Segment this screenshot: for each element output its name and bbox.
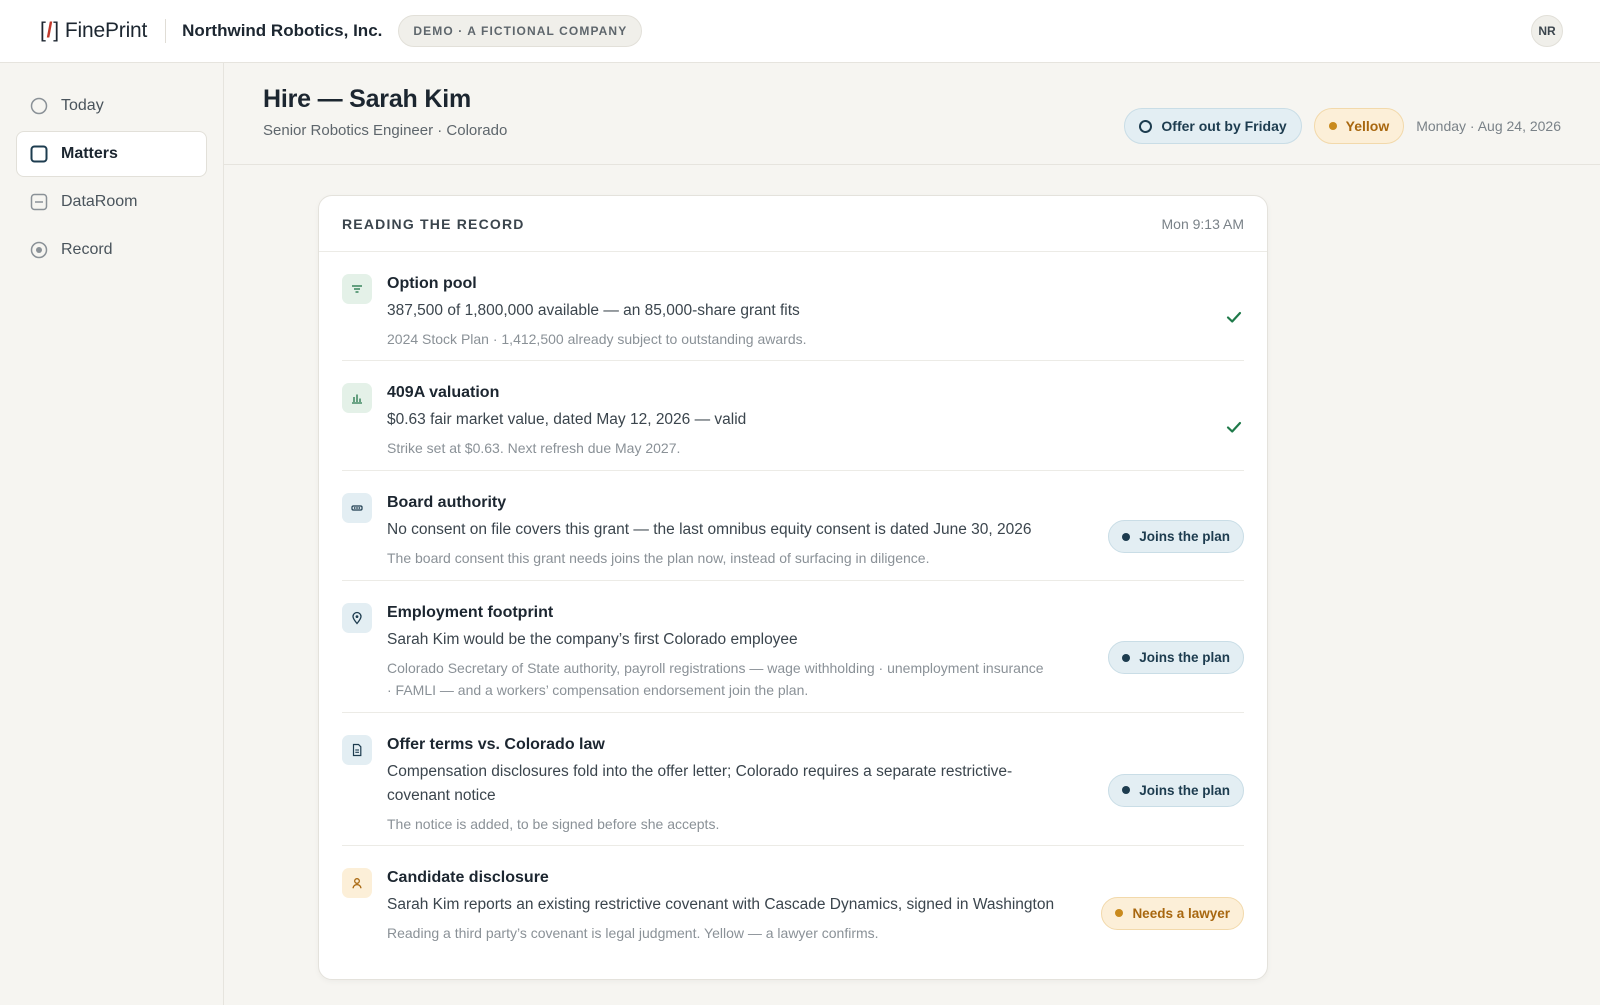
document-icon bbox=[342, 735, 372, 765]
check-icon bbox=[1226, 421, 1242, 433]
joins-plan-badge[interactable]: Joins the plan bbox=[1108, 520, 1244, 553]
item-title: Board authority bbox=[387, 494, 507, 511]
bar-chart-icon bbox=[342, 383, 372, 413]
item-status: Joins the plan bbox=[1108, 773, 1244, 807]
sidebar-item-today[interactable]: Today bbox=[16, 83, 207, 129]
sidebar: Today Matters DataRoom Record bbox=[0, 63, 224, 1005]
sidebar-item-dataroom[interactable]: DataRoom bbox=[16, 179, 207, 225]
radio-dot-icon bbox=[29, 240, 49, 260]
status-pill[interactable]: Yellow bbox=[1313, 108, 1405, 144]
logo-slash: / bbox=[46, 19, 53, 42]
item-status: Joins the plan bbox=[1108, 641, 1244, 674]
item-note: 2024 Stock Plan · 1,412,500 already subj… bbox=[387, 331, 807, 347]
fineprint-logo[interactable]: [/] FinePrint bbox=[40, 19, 147, 43]
joins-plan-badge[interactable]: Joins the plan bbox=[1108, 641, 1244, 674]
check-icon bbox=[1226, 311, 1242, 323]
header-status: Offer out by Friday Yellow Monday · Aug … bbox=[1124, 108, 1561, 144]
sidebar-item-matters[interactable]: Matters bbox=[16, 131, 207, 177]
header-date: Monday · Aug 24, 2026 bbox=[1416, 118, 1561, 134]
person-icon bbox=[342, 868, 372, 898]
filter-lines-icon bbox=[342, 274, 372, 304]
list-item-body: Candidate disclosure Sarah Kim reports a… bbox=[387, 868, 1081, 944]
list-item-body: Employment footprint Sarah Kim would be … bbox=[387, 603, 1088, 701]
item-status: Needs a lawyer bbox=[1101, 896, 1244, 930]
record-list: Option pool 387,500 of 1,800,000 availab… bbox=[319, 252, 1267, 958]
item-finding: Compensation disclosures fold into the o… bbox=[387, 763, 1013, 804]
demo-badge: DEMO · A FICTIONAL COMPANY bbox=[398, 15, 643, 47]
item-title: Option pool bbox=[387, 275, 477, 292]
sidebar-item-label: DataRoom bbox=[61, 193, 138, 210]
list-item-body: Offer terms vs. Colorado law Compensatio… bbox=[387, 735, 1088, 835]
ring-icon bbox=[1139, 119, 1153, 133]
list-item-body: 409A valuation $0.63 fair market value, … bbox=[387, 383, 1204, 459]
user-avatar[interactable]: NR bbox=[1531, 15, 1563, 47]
item-note: The notice is added, to be signed before… bbox=[387, 816, 720, 832]
list-item[interactable]: Option pool 387,500 of 1,800,000 availab… bbox=[342, 252, 1244, 361]
card-title: READING THE RECORD bbox=[342, 215, 525, 232]
map-pin-icon bbox=[342, 603, 372, 633]
company-name: Northwind Robotics, Inc. bbox=[182, 21, 383, 40]
sidebar-item-label: Record bbox=[61, 241, 113, 258]
card-timestamp: Mon 9:13 AM bbox=[1161, 215, 1245, 232]
item-status: Joins the plan bbox=[1108, 520, 1244, 553]
record-card: READING THE RECORD Mon 9:13 AM Option po… bbox=[318, 195, 1268, 980]
badge-label: Joins the plan bbox=[1139, 529, 1230, 544]
badge-label: Joins the plan bbox=[1139, 782, 1230, 798]
item-status bbox=[1224, 417, 1244, 437]
dot-icon bbox=[1122, 786, 1131, 794]
list-item[interactable]: Offer terms vs. Colorado law Compensatio… bbox=[342, 713, 1244, 846]
list-item-body: Option pool 387,500 of 1,800,000 availab… bbox=[387, 274, 1204, 350]
item-title: Candidate disclosure bbox=[387, 869, 549, 886]
status-pill-label: Yellow bbox=[1345, 118, 1390, 134]
item-note: Colorado Secretary of State authority, p… bbox=[387, 660, 1044, 698]
top-bar: [/] FinePrint Northwind Robotics, Inc. DE… bbox=[0, 0, 1600, 63]
item-finding: Sarah Kim reports an existing restrictiv… bbox=[387, 896, 1055, 913]
card-header: READING THE RECORD Mon 9:13 AM bbox=[319, 196, 1267, 252]
list-item[interactable]: 409A valuation $0.63 fair market value, … bbox=[342, 361, 1244, 471]
needs-lawyer-badge[interactable]: Needs a lawyer bbox=[1101, 896, 1244, 930]
item-title: Offer terms vs. Colorado law bbox=[387, 736, 605, 753]
amber-dot-icon bbox=[1328, 122, 1337, 130]
board-seats-icon bbox=[342, 493, 372, 523]
item-finding: No consent on file covers this grant — t… bbox=[387, 521, 1032, 538]
sidebar-item-label: Today bbox=[61, 97, 104, 114]
logo-name: FinePrint bbox=[64, 19, 148, 42]
sidebar-item-record[interactable]: Record bbox=[16, 227, 207, 273]
item-finding: 387,500 of 1,800,000 available — an 85,0… bbox=[387, 302, 800, 319]
joins-plan-badge[interactable]: Joins the plan bbox=[1108, 773, 1244, 807]
topbar-divider bbox=[165, 19, 167, 43]
square-icon bbox=[29, 144, 49, 164]
sidebar-item-label: Matters bbox=[61, 145, 118, 162]
list-item[interactable]: Board authority No consent on file cover… bbox=[342, 471, 1244, 581]
deadline-pill-label: Offer out by Friday bbox=[1161, 118, 1287, 134]
item-title: 409A valuation bbox=[387, 384, 500, 401]
item-note: The board consent this grant needs joins… bbox=[387, 550, 930, 566]
item-title: Employment footprint bbox=[387, 604, 554, 621]
dot-icon bbox=[1122, 532, 1131, 541]
badge-label: Needs a lawyer bbox=[1132, 905, 1230, 921]
item-note: Reading a third party’s covenant is lega… bbox=[387, 925, 879, 941]
item-status bbox=[1224, 307, 1244, 327]
item-note: Strike set at $0.63. Next refresh due Ma… bbox=[387, 440, 681, 456]
amber-dot-icon bbox=[1115, 909, 1124, 917]
logo-bracket-close: ] bbox=[53, 19, 59, 42]
list-item[interactable]: Employment footprint Sarah Kim would be … bbox=[342, 581, 1244, 713]
badge-label: Joins the plan bbox=[1139, 650, 1230, 665]
deadline-pill[interactable]: Offer out by Friday bbox=[1124, 108, 1302, 144]
item-finding: Sarah Kim would be the company’s first C… bbox=[387, 631, 798, 648]
drawer-icon bbox=[29, 192, 49, 212]
logo-bracket-open: [ bbox=[40, 19, 46, 42]
page-header: Hire — Sarah Kim Senior Robotics Enginee… bbox=[224, 63, 1600, 165]
dot-icon bbox=[1122, 653, 1131, 662]
circle-icon bbox=[29, 96, 49, 116]
item-finding: $0.63 fair market value, dated May 12, 2… bbox=[387, 411, 747, 428]
list-item-body: Board authority No consent on file cover… bbox=[387, 493, 1088, 569]
list-item[interactable]: Candidate disclosure Sarah Kim reports a… bbox=[342, 846, 1244, 958]
